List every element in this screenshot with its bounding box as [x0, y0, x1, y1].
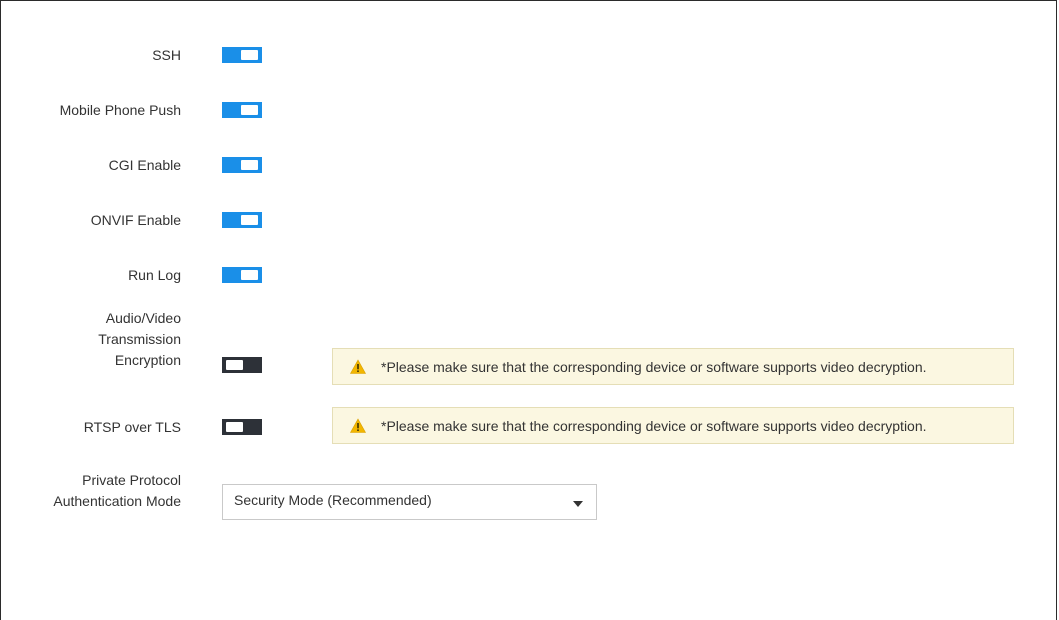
notice-text: *Please make sure that the corresponding…	[381, 417, 927, 434]
rtsp-over-tls-toggle[interactable]	[222, 419, 262, 435]
warning-icon	[350, 359, 366, 374]
warning-icon	[350, 418, 366, 433]
mobile-phone-push-label: Mobile Phone Push	[59, 102, 181, 118]
onvif-enable-toggle[interactable]	[222, 212, 262, 228]
cgi-enable-label: CGI Enable	[108, 157, 181, 173]
toggle-knob	[241, 50, 258, 60]
toggle-knob	[241, 270, 258, 280]
mobile-phone-push-toggle[interactable]	[222, 102, 262, 118]
av-encryption-toggle[interactable]	[222, 357, 262, 373]
toggle-knob	[241, 215, 258, 225]
auth-mode-label: Private Protocol Authentication Mode	[53, 472, 181, 509]
run-log-label: Run Log	[128, 267, 181, 283]
toggle-knob	[226, 422, 243, 432]
toggle-knob	[226, 360, 243, 370]
av-encryption-notice: *Please make sure that the corresponding…	[332, 348, 1014, 385]
ssh-toggle[interactable]	[222, 47, 262, 63]
auth-mode-value: Security Mode (Recommended)	[234, 492, 432, 508]
rtsp-over-tls-notice: *Please make sure that the corresponding…	[332, 407, 1014, 444]
rtsp-over-tls-label: RTSP over TLS	[83, 419, 181, 435]
toggle-knob	[241, 160, 258, 170]
toggle-knob	[241, 105, 258, 115]
run-log-toggle[interactable]	[222, 267, 262, 283]
auth-mode-select[interactable]: Security Mode (Recommended)	[222, 484, 597, 520]
onvif-enable-label: ONVIF Enable	[90, 212, 181, 228]
notice-text: *Please make sure that the corresponding…	[381, 358, 927, 375]
av-encryption-label: Audio/Video Transmission Encryption	[98, 310, 181, 368]
ssh-label: SSH	[152, 47, 181, 63]
chevron-down-icon	[573, 501, 583, 507]
cgi-enable-toggle[interactable]	[222, 157, 262, 173]
